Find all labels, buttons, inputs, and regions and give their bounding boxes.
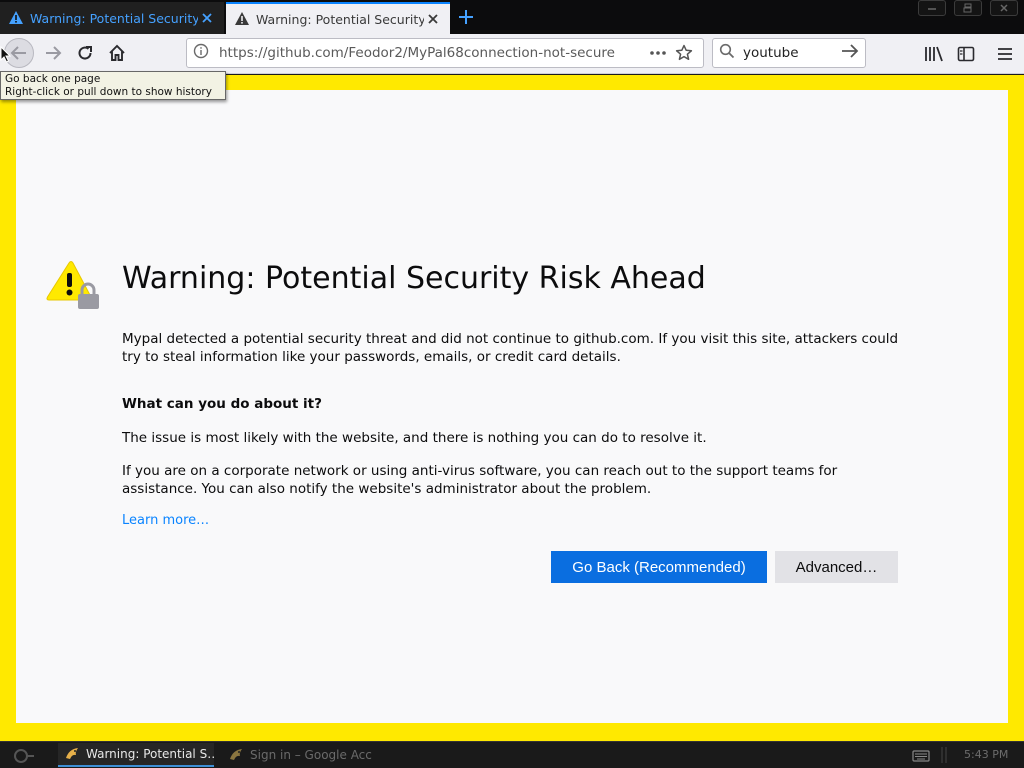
tab-strip: Warning: Potential Security R Warning: P… [0, 0, 1024, 34]
issue-text: The issue is most likely with the websit… [122, 430, 707, 446]
new-tab-button[interactable] [455, 6, 477, 28]
advanced-button[interactable]: Advanced… [775, 551, 898, 583]
taskbar-item[interactable]: Sign in – Google Acc… [222, 743, 372, 767]
page-actions-button[interactable] [645, 41, 671, 65]
search-input[interactable] [743, 45, 841, 61]
taskbar: Warning: Potential S… Sign in – Google A… [0, 741, 1024, 768]
mypal-icon [228, 747, 244, 763]
minimize-button[interactable] [918, 0, 946, 16]
go-back-button[interactable]: Go Back (Recommended) [551, 551, 767, 583]
tray-divider-icon [940, 746, 952, 764]
taskbar-item-label: Warning: Potential S… [86, 747, 214, 761]
home-button[interactable] [102, 38, 132, 68]
url-text[interactable]: https://github.com/Feodor2/MyPal68connec… [219, 45, 645, 61]
sidebar-toggle-button[interactable] [954, 42, 978, 66]
arrow-left-icon [10, 46, 26, 60]
minimize-icon [928, 8, 936, 10]
navigation-toolbar: https://github.com/Feodor2/MyPal68connec… [0, 34, 1024, 74]
section-heading: What can you do about it? [122, 396, 322, 412]
start-menu-button[interactable] [4, 744, 44, 767]
ellipsis-icon [650, 51, 666, 55]
intro-text: Mypal detected a potential security thre… [122, 331, 899, 365]
page-viewport: Warning: Potential Security Risk Ahead M… [0, 75, 1024, 741]
warning-icon [234, 11, 250, 27]
sidebar-icon [957, 46, 975, 62]
address-bar[interactable]: https://github.com/Feodor2/MyPal68connec… [186, 38, 704, 68]
tooltip-line-2: Right-click or pull down to show history [5, 85, 212, 98]
close-icon [1000, 4, 1008, 12]
arrow-right-icon [842, 44, 859, 58]
info-icon[interactable] [193, 43, 209, 63]
start-icon [14, 748, 34, 763]
close-tab-icon[interactable] [198, 9, 216, 27]
library-button[interactable] [922, 42, 946, 66]
tab-title: Warning: Potential Security R [30, 10, 198, 26]
mypal-icon [64, 746, 80, 762]
reload-button[interactable] [70, 38, 100, 68]
close-window-button[interactable] [990, 0, 1018, 16]
taskbar-item[interactable]: Warning: Potential S… [58, 743, 214, 767]
keyboard-icon[interactable] [912, 748, 930, 762]
clock[interactable]: 5:43 PM [964, 748, 1008, 761]
hamburger-menu-button[interactable] [993, 42, 1017, 66]
error-page: Warning: Potential Security Risk Ahead M… [16, 90, 1008, 723]
taskbar-item-label: Sign in – Google Acc… [250, 748, 372, 762]
search-bar[interactable] [712, 38, 866, 68]
plus-icon [459, 10, 473, 24]
tab-warning-background[interactable]: Warning: Potential Security R [0, 2, 224, 34]
corporate-text: If you are on a corporate network or usi… [122, 463, 838, 497]
page-title: Warning: Potential Security Risk Ahead [122, 261, 706, 296]
hamburger-icon [998, 48, 1012, 60]
warning-lock-icon [46, 259, 102, 315]
back-button-tooltip: Go back one page Right-click or pull dow… [0, 71, 226, 100]
warning-icon [8, 10, 24, 26]
tab-warning-active[interactable]: Warning: Potential Security R [226, 2, 450, 34]
tab-title: Warning: Potential Security R [256, 11, 424, 27]
search-go-button[interactable] [841, 43, 859, 63]
learn-more-link[interactable]: Learn more… [122, 513, 209, 528]
reload-icon [78, 46, 92, 60]
library-icon [925, 46, 943, 62]
close-tab-icon[interactable] [424, 10, 442, 28]
home-icon [109, 44, 125, 61]
tooltip-line-1: Go back one page [5, 73, 101, 85]
search-icon[interactable] [719, 43, 735, 63]
forward-button[interactable] [38, 38, 68, 68]
arrow-right-icon [46, 46, 62, 60]
restore-icon [963, 3, 972, 13]
bookmark-star-button[interactable] [671, 41, 697, 65]
star-icon [675, 44, 693, 61]
restore-button[interactable] [954, 0, 982, 16]
mouse-pointer-icon [0, 45, 12, 67]
